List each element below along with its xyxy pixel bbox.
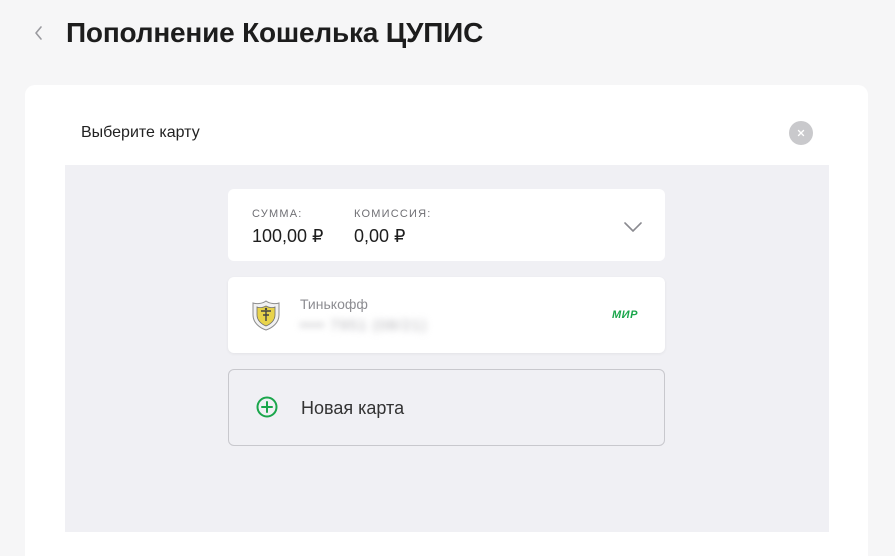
new-card-label: Новая карта <box>301 398 405 418</box>
saved-card-tinkoff[interactable]: Тинькофф •••• 7951 (08/21) МИР <box>228 277 665 353</box>
commission-value: 0,00 ₽ <box>354 226 406 246</box>
card-number: •••• 7951 (08/21) <box>300 317 428 334</box>
sum-block: СУММА: 100,00 ₽ <box>252 189 324 247</box>
payment-summary[interactable]: СУММА: 100,00 ₽ КОМИССИЯ: 0,00 ₽ <box>228 189 665 261</box>
back-button[interactable] <box>28 20 48 46</box>
tinkoff-logo-icon <box>252 300 280 331</box>
close-icon <box>797 129 805 137</box>
new-card-button[interactable]: Новая карта <box>228 369 665 446</box>
chevron-down-icon[interactable] <box>623 221 643 233</box>
panel-header: Выберите карту <box>25 85 868 165</box>
plus-circle-icon <box>256 396 278 418</box>
mir-logo: МИР <box>612 309 638 321</box>
sum-label: СУММА: <box>252 208 303 220</box>
close-button[interactable] <box>789 121 813 145</box>
commission-block: КОМИССИЯ: 0,00 ₽ <box>354 189 432 247</box>
sum-value: 100,00 ₽ <box>252 226 324 246</box>
bank-name: Тинькофф <box>300 296 368 312</box>
panel-title: Выберите карту <box>81 124 200 141</box>
cards-area: СУММА: 100,00 ₽ КОМИССИЯ: 0,00 ₽ Тинькоф… <box>65 165 829 532</box>
commission-label: КОМИССИЯ: <box>354 208 432 220</box>
chevron-left-icon <box>35 26 42 40</box>
page-title: Пополнение Кошелька ЦУПИС <box>66 17 484 48</box>
card-selection-panel: Выберите карту СУММА: 100,00 ₽ КОМИССИЯ:… <box>25 85 868 556</box>
page: Пополнение Кошелька ЦУПИС Выберите карту… <box>0 0 895 556</box>
